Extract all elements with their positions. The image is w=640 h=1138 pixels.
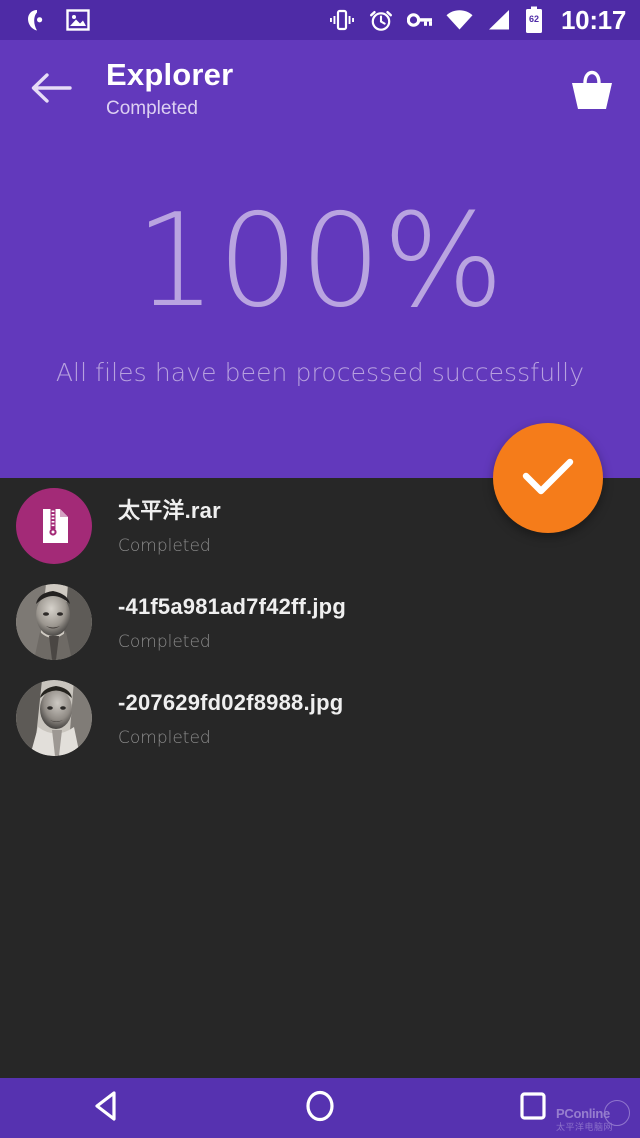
home-circle-icon (301, 1087, 339, 1130)
app-bar-titles: Explorer Completed (106, 56, 233, 122)
basket-icon (567, 67, 617, 118)
nav-home-button[interactable] (213, 1078, 426, 1138)
battery-icon: 62 (524, 6, 544, 34)
back-button[interactable] (26, 68, 74, 112)
list-item[interactable]: -41f5a981ad7f42ff.jpg Completed (0, 574, 640, 670)
image-notification-icon (66, 8, 90, 32)
status-bar-clock: 10:17 (561, 4, 626, 35)
progress-percent: 100% (135, 187, 505, 336)
recents-square-icon (514, 1087, 552, 1130)
system-navigation-bar: PConline 太平洋电脑网 (0, 1078, 640, 1138)
file-thumbnail (16, 488, 92, 564)
progress-message: All files have been processed successful… (55, 358, 585, 387)
nav-recents-button[interactable] (427, 1078, 640, 1138)
status-bar-system-icons: 62 10:17 (329, 5, 626, 36)
file-status: Completed (118, 535, 211, 556)
basket-button[interactable] (566, 68, 618, 116)
status-bar-notifications (26, 8, 90, 32)
nav-back-button[interactable] (0, 1078, 213, 1138)
list-item-text: 太平洋.rar Completed (118, 497, 221, 556)
done-fab-button[interactable] (493, 423, 603, 533)
back-arrow-icon (28, 70, 72, 111)
list-item-text: -207629fd02f8988.jpg Completed (118, 689, 343, 748)
file-status: Completed (118, 631, 211, 652)
alarm-icon (368, 7, 394, 33)
file-thumbnail (16, 680, 92, 756)
check-icon (520, 454, 576, 503)
vpn-key-icon (407, 10, 433, 30)
file-name: -41f5a981ad7f42ff.jpg (118, 593, 346, 619)
list-item-text: -41f5a981ad7f42ff.jpg Completed (118, 593, 346, 652)
file-thumbnail (16, 584, 92, 660)
signal-icon (486, 9, 511, 31)
photo-thumbnail (16, 584, 92, 660)
page-title: Explorer (106, 57, 234, 92)
app-bar: Explorer Completed (0, 40, 640, 140)
list-item[interactable]: -207629fd02f8988.jpg Completed (0, 670, 640, 766)
page-subtitle: Completed (106, 98, 198, 119)
app-notification-icon (26, 8, 48, 32)
photo-thumbnail (16, 680, 92, 756)
phone-screen: 62 10:17 Explorer Completed 100% All fil… (0, 0, 640, 1138)
battery-level-text: 62 (528, 14, 539, 24)
back-triangle-icon (88, 1087, 126, 1130)
file-status: Completed (118, 727, 211, 748)
file-name: -207629fd02f8988.jpg (118, 689, 344, 715)
file-list: 太平洋.rar Completed -41f5a981ad7f42ff.jpg … (0, 478, 640, 1078)
status-bar: 62 10:17 (0, 0, 640, 40)
file-name: 太平洋.rar (118, 497, 221, 523)
zip-file-icon (43, 509, 68, 543)
wifi-icon (446, 9, 473, 31)
vibrate-icon (329, 7, 355, 33)
